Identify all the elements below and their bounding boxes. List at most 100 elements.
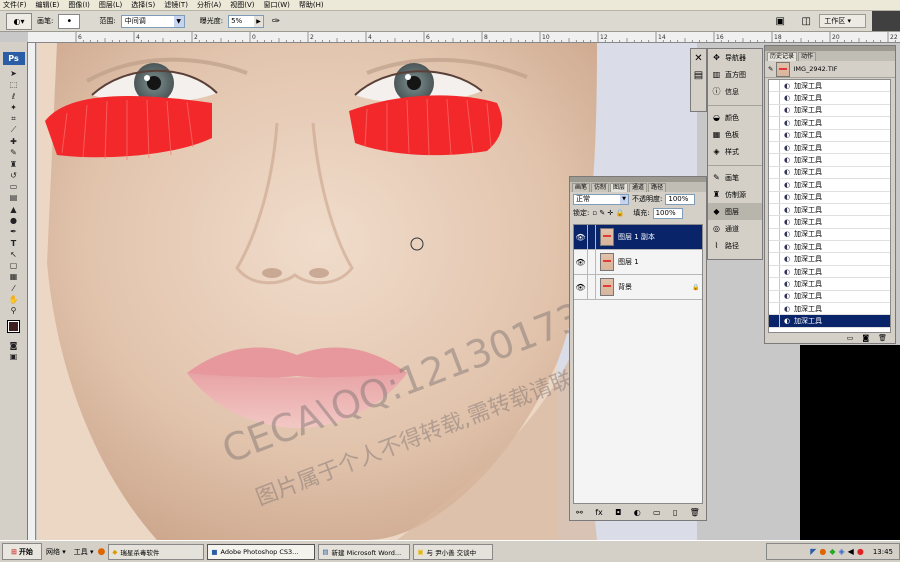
tab-brushes[interactable]: 画笔	[572, 183, 591, 192]
history-source-cell[interactable]	[769, 303, 780, 315]
layer-link-cell[interactable]	[588, 275, 596, 299]
new-group-icon[interactable]: ▭	[653, 508, 661, 517]
layer-row[interactable]: 👁 图层 1 副本	[574, 225, 702, 250]
brush-tool-icon[interactable]: ✎	[4, 147, 24, 158]
history-source-cell[interactable]	[769, 216, 780, 228]
task-photoshop[interactable]: ■ Adobe Photoshop CS3...	[207, 543, 316, 560]
history-item[interactable]: ◐ 加深工具	[769, 278, 890, 291]
dock-layers[interactable]: ◆ 图层	[708, 203, 762, 220]
menu-image[interactable]: 图像(I)	[68, 0, 90, 10]
path-selection-tool-icon[interactable]: ↖	[4, 249, 24, 260]
menu-edit[interactable]: 编辑(E)	[36, 0, 60, 10]
tab-paths[interactable]: 路径	[648, 183, 667, 192]
history-source-cell[interactable]	[769, 228, 780, 241]
dock-styles[interactable]: ◈ 样式	[708, 143, 762, 160]
history-source-cell[interactable]	[769, 117, 780, 129]
blend-mode-select[interactable]: 正常 ▼	[573, 193, 629, 205]
history-source-cell[interactable]	[769, 179, 780, 191]
task-word[interactable]: ▤ 新建 Microsoft Word...	[318, 543, 411, 560]
history-snapshot[interactable]: ✎ IMG_2942.TIF	[765, 61, 895, 78]
crop-tool-icon[interactable]: ⌗	[4, 113, 24, 124]
marquee-tool-icon[interactable]: ⬚	[4, 79, 24, 90]
history-source-cell[interactable]	[769, 278, 780, 290]
history-item[interactable]: ◐ 加深工具	[769, 216, 890, 229]
history-item[interactable]: ◐ 加深工具	[769, 191, 890, 204]
history-source-cell[interactable]	[769, 154, 780, 166]
eraser-tool-icon[interactable]: ▭	[4, 181, 24, 192]
tab-actions[interactable]: 动作	[798, 52, 817, 61]
add-mask-icon[interactable]: ◘	[615, 508, 621, 517]
blur-tool-icon[interactable]: ▲	[4, 204, 24, 215]
layer-row[interactable]: 👁 背景 🔒	[574, 275, 702, 300]
tab-channels[interactable]: 通道	[629, 183, 648, 192]
history-item[interactable]: ◐ 加深工具	[769, 203, 890, 217]
shape-tool-icon[interactable]: ▢	[4, 260, 24, 271]
layer-style-icon[interactable]: fx	[595, 508, 603, 517]
history-item[interactable]: ◐ 加深工具	[769, 92, 890, 105]
dock-histogram[interactable]: ▥ 直方图	[708, 66, 762, 83]
type-tool-icon[interactable]: T	[4, 237, 24, 248]
dock-color[interactable]: ◒ 颜色	[708, 109, 762, 126]
eye-icon[interactable]: 👁	[574, 275, 588, 299]
history-source-cell[interactable]	[769, 141, 780, 154]
dodge-tool-icon[interactable]: ●	[4, 215, 24, 226]
history-item[interactable]: ◐ 加深工具	[769, 315, 890, 328]
history-source-cell[interactable]	[769, 315, 780, 327]
history-source-cell[interactable]	[769, 241, 780, 253]
tray-antivirus-icon[interactable]: ◆	[829, 547, 835, 556]
history-item[interactable]: ◐ 加深工具	[769, 104, 890, 118]
layer-comps-icon[interactable]: ▤	[694, 70, 703, 81]
history-source-cell[interactable]	[769, 203, 780, 216]
history-item[interactable]: ◐ 加深工具	[769, 154, 890, 167]
history-source-cell[interactable]	[769, 166, 780, 179]
history-item[interactable]: ◐ 加深工具	[769, 166, 890, 180]
dock-info[interactable]: ⓘ 信息	[708, 83, 762, 100]
layer-link-cell[interactable]	[588, 225, 596, 249]
tab-layers[interactable]: 图层	[610, 183, 629, 192]
bridge-icon[interactable]: ◫	[799, 14, 813, 28]
fill-input[interactable]: 100%	[652, 207, 683, 219]
notes-tool-icon[interactable]: ▦	[4, 271, 24, 282]
menu-window[interactable]: 窗口(W)	[263, 0, 289, 10]
foreground-color-swatch[interactable]	[7, 319, 20, 333]
browser-icon[interactable]: ●	[98, 547, 106, 557]
history-item[interactable]: ◐ 加深工具	[769, 179, 890, 192]
lasso-tool-icon[interactable]: ℓ	[4, 91, 24, 102]
pen-tool-icon[interactable]: ✒	[4, 226, 24, 237]
slice-tool-icon[interactable]: ⟋	[4, 124, 24, 135]
history-source-cell[interactable]	[769, 253, 780, 265]
history-source-cell[interactable]	[769, 104, 780, 117]
ps-logo[interactable]: Ps	[2, 52, 25, 65]
menu-layer[interactable]: 图层(L)	[99, 0, 122, 10]
tray-volume-icon[interactable]: ◀	[848, 547, 854, 556]
tray-ime-icon[interactable]: ●	[857, 547, 864, 556]
lock-icons[interactable]: ▫ ✎ ✛ 🔒	[592, 209, 624, 217]
tab-clone[interactable]: 仿制	[591, 183, 610, 192]
airbrush-icon[interactable]: ✑	[269, 14, 283, 28]
dock-navigator[interactable]: ✥ 导航器	[708, 49, 762, 66]
history-source-cell[interactable]	[769, 265, 780, 278]
history-source-cell[interactable]	[769, 191, 780, 203]
history-item[interactable]: ◐ 加深工具	[769, 80, 890, 93]
quick-mask-icon[interactable]: ◙	[4, 340, 24, 351]
dock-swatches[interactable]: ▦ 色板	[708, 126, 762, 143]
menu-file[interactable]: 文件(F)	[3, 0, 27, 10]
history-source-cell[interactable]	[769, 92, 780, 104]
dock-clone-source[interactable]: ♜ 仿制源	[708, 186, 762, 203]
workspace-menu[interactable]: 工作区 ▾	[819, 14, 866, 28]
tool-preset-picker[interactable]: ◐▾	[6, 12, 32, 30]
tab-history[interactable]: 历史记录	[767, 52, 798, 61]
quicklaunch-network[interactable]: 网络 ▾	[42, 544, 70, 559]
history-item[interactable]: ◐ 加深工具	[769, 129, 890, 142]
history-source-cell[interactable]	[769, 80, 780, 92]
history-source-cell[interactable]	[769, 290, 780, 303]
menu-view[interactable]: 视图(V)	[230, 0, 254, 10]
history-item[interactable]: ◐ 加深工具	[769, 290, 890, 304]
history-item[interactable]: ◐ 加深工具	[769, 241, 890, 254]
dock-brushes[interactable]: ✎ 画笔	[708, 169, 762, 186]
menu-help[interactable]: 帮助(H)	[299, 0, 324, 10]
healing-brush-tool-icon[interactable]: ✚	[4, 136, 24, 147]
history-brush-tool-icon[interactable]: ↺	[4, 170, 24, 181]
zoom-tool-icon[interactable]: ⚲	[4, 305, 24, 316]
move-tool-icon[interactable]: ➤	[4, 68, 24, 79]
